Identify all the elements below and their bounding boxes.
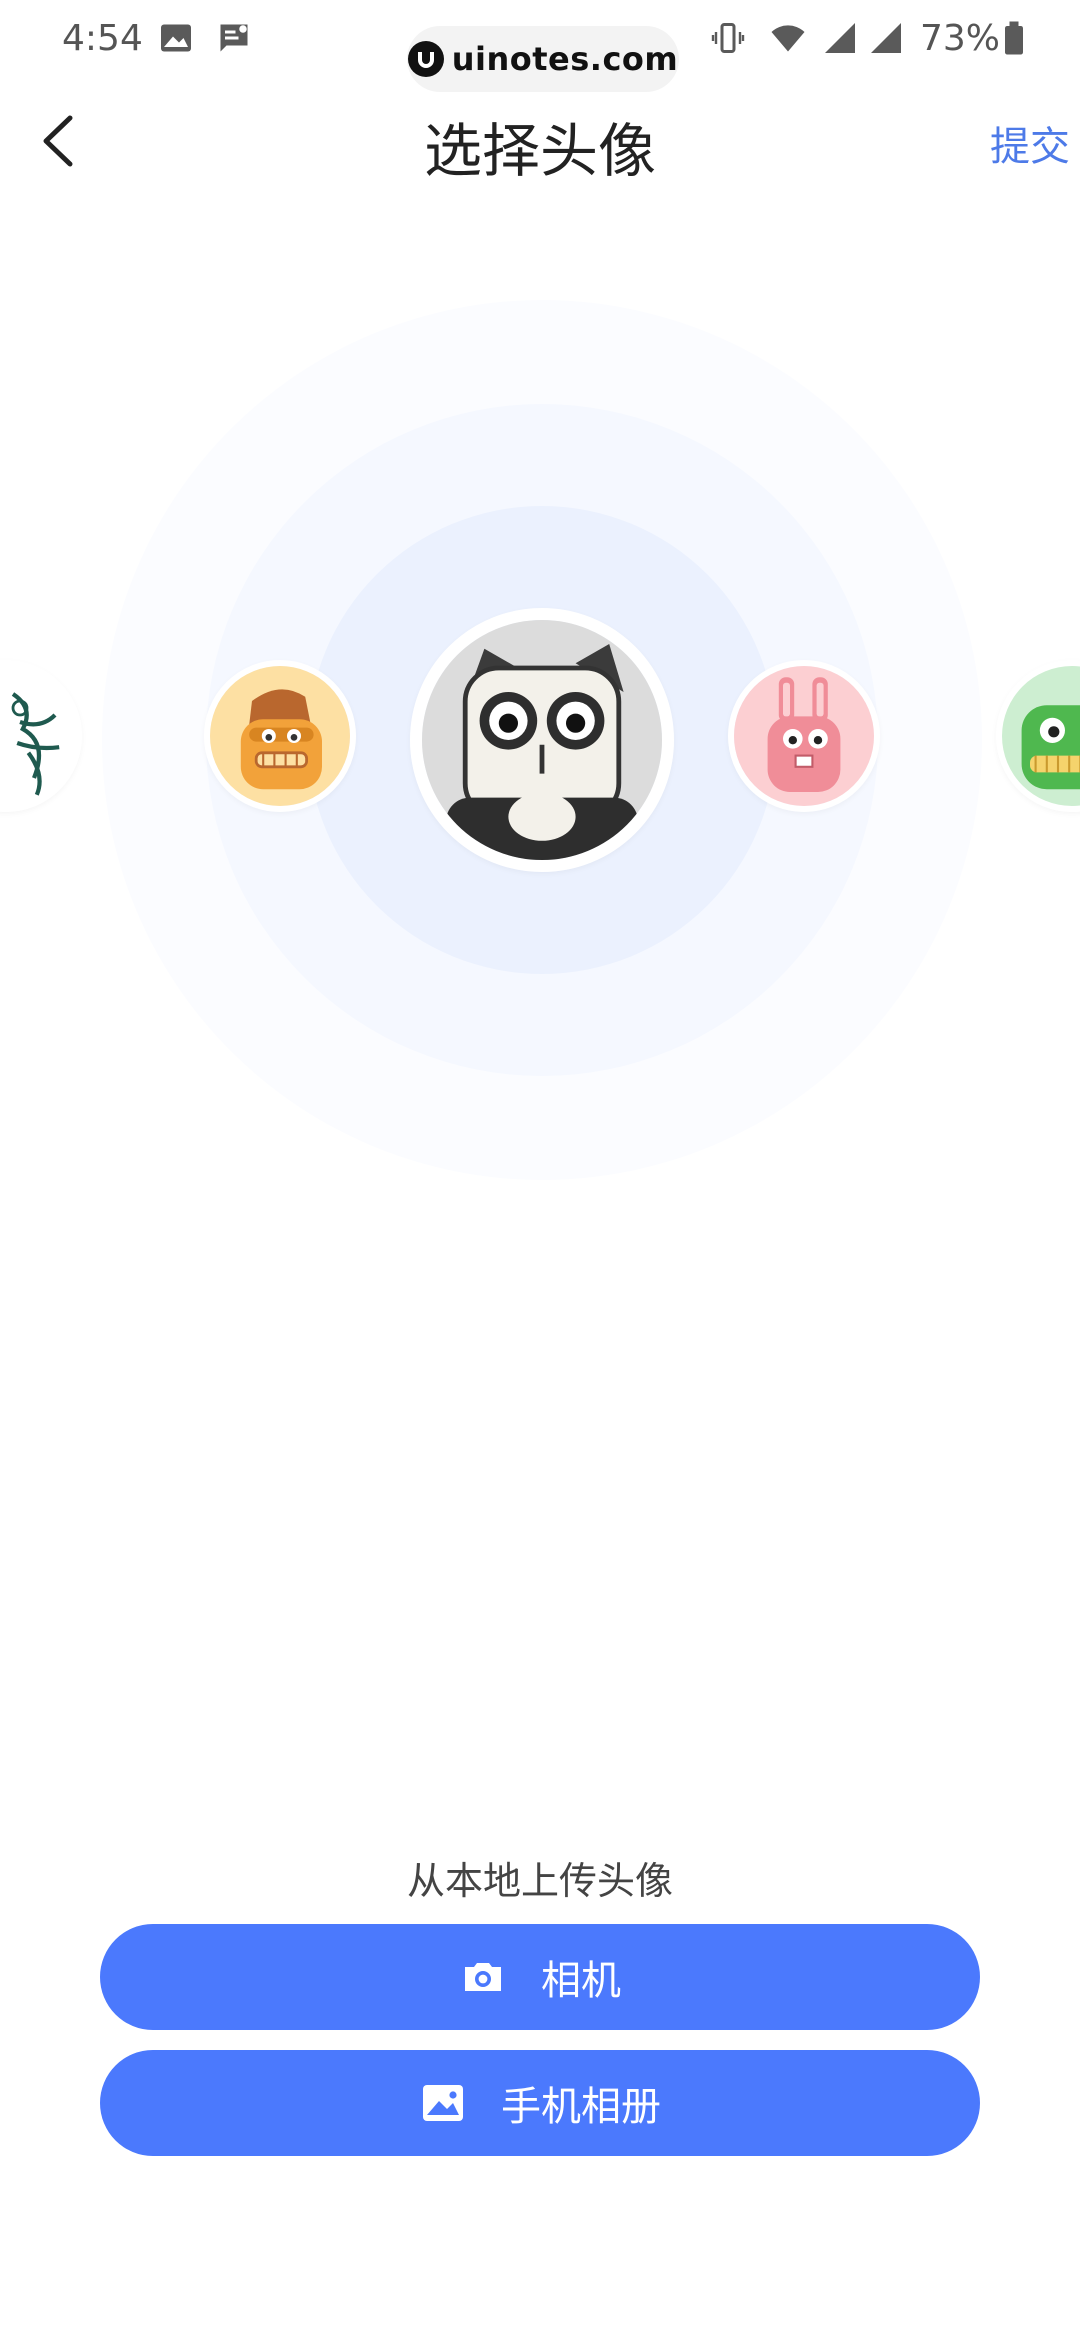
battery-icon	[1005, 21, 1023, 55]
camera-button-label: 相机	[541, 1958, 621, 2004]
panda-avatar-image	[422, 620, 662, 860]
image-icon	[161, 24, 191, 52]
sketch-avatar-image	[0, 666, 76, 806]
album-button[interactable]: 手机相册	[100, 2050, 980, 2156]
image-icon	[423, 2085, 463, 2121]
uinotes-logo-icon	[407, 41, 444, 77]
pink-rabbit-avatar-image	[734, 666, 874, 806]
upload-hint: 从本地上传头像	[406, 1859, 673, 1903]
battery-percent: 73%	[920, 18, 1001, 59]
green-monster-avatar-image	[1002, 666, 1080, 806]
camera-icon	[465, 1963, 501, 1991]
wifi-icon	[771, 25, 805, 52]
page-title: 选择头像	[423, 117, 656, 185]
avatar-selected-panda[interactable]	[410, 608, 674, 872]
submit-button[interactable]: 提交	[990, 114, 1070, 172]
avatar-select-screen: 4:54 uinotes.com 73% 选择头像 提交 从本地上传头像 相机 …	[0, 0, 1080, 2340]
camera-button[interactable]: 相机	[100, 1924, 980, 2030]
status-time: 4:54	[62, 18, 143, 59]
avatar-option-green-monster[interactable]	[996, 660, 1080, 812]
watermark-text: uinotes.com	[451, 40, 679, 78]
orange-monster-avatar-image	[210, 666, 350, 806]
avatar-option-pink-rabbit[interactable]	[728, 660, 880, 812]
watermark: uinotes.com	[407, 26, 679, 92]
avatar-option-sketch[interactable]	[0, 660, 82, 812]
status-bar: 4:54 uinotes.com 73%	[0, 0, 1080, 92]
signal-icon	[871, 23, 901, 53]
avatar-option-orange-monster[interactable]	[204, 660, 356, 812]
signal-icon	[825, 23, 855, 53]
album-button-label: 手机相册	[501, 2084, 661, 2130]
vibrate-icon	[711, 23, 745, 53]
message-icon	[220, 24, 248, 52]
